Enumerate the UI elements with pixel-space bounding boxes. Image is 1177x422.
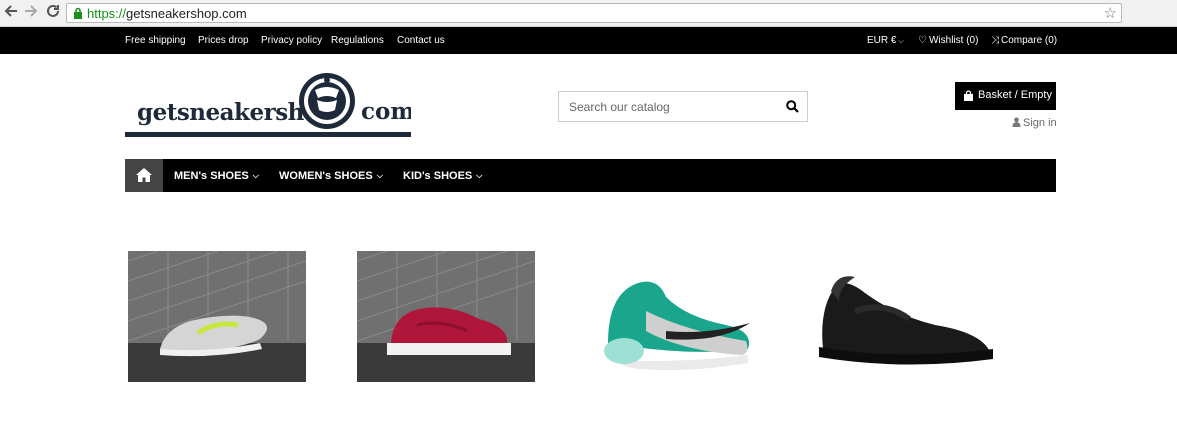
chevron-down-icon: ⌵: [476, 171, 483, 180]
compare-link[interactable]: ⤨ Compare (0): [991, 35, 1057, 46]
search-box: [558, 91, 808, 122]
product-image-teal-air-max[interactable]: [586, 251, 764, 382]
home-button[interactable]: [125, 159, 163, 192]
chevron-down-icon: ⌵: [376, 171, 383, 180]
chevron-down-icon: ⌵: [898, 38, 904, 45]
sneaker-image: [357, 251, 535, 382]
lock-icon: [74, 7, 82, 19]
basket-button[interactable]: Basket / Empty: [955, 82, 1056, 110]
shopping-bag-icon: [964, 90, 973, 101]
main-navigation: MEN's SHOES ⌵ WOMEN's SHOES ⌵ KID's SHOES ⌵: [125, 159, 1056, 192]
reload-button[interactable]: [44, 4, 62, 22]
sign-in-label: Sign in: [1023, 117, 1057, 129]
arrow-left-icon: [4, 5, 17, 17]
svg-text:com: com: [361, 98, 411, 125]
site-logo[interactable]: getsneakershop com: [125, 70, 415, 140]
forward-button[interactable]: [22, 4, 40, 22]
product-image-red-low-top[interactable]: [357, 251, 535, 382]
menu-mens-shoes[interactable]: MEN's SHOES ⌵: [174, 170, 259, 182]
sneaker-image: [815, 251, 993, 382]
menu-kids-shoes[interactable]: KID's SHOES ⌵: [403, 170, 482, 182]
currency-label: EUR €: [867, 35, 897, 46]
user-icon: [1012, 117, 1021, 127]
wishlist-label: Wishlist (0): [928, 35, 979, 46]
regulations-link[interactable]: Regulations: [331, 35, 384, 46]
contact-us-link[interactable]: Contact us: [397, 35, 445, 46]
menu-mens-label: MEN's SHOES: [174, 170, 249, 182]
back-button[interactable]: [2, 4, 20, 22]
prices-drop-link[interactable]: Prices drop: [198, 35, 249, 46]
compare-label: Compare (0): [1001, 35, 1058, 46]
search-icon[interactable]: [786, 100, 799, 113]
menu-womens-shoes[interactable]: WOMEN's SHOES ⌵: [279, 170, 383, 182]
chevron-down-icon: ⌵: [252, 171, 259, 180]
privacy-policy-link[interactable]: Privacy policy: [261, 35, 322, 46]
sneaker-image: [586, 251, 764, 382]
top-info-bar: Free shipping Prices drop Privacy policy…: [0, 27, 1177, 54]
search-input[interactable]: [559, 92, 779, 121]
browser-toolbar: https://getsneakershop.com ☆: [0, 0, 1177, 27]
menu-kids-label: KID's SHOES: [403, 170, 473, 182]
heart-icon: ♡: [918, 35, 927, 46]
url-text: https://getsneakershop.com: [87, 6, 247, 21]
sign-in-link[interactable]: Sign in: [1012, 117, 1057, 129]
wishlist-link[interactable]: ♡ Wishlist (0): [918, 35, 978, 46]
menu-womens-label: WOMEN's SHOES: [279, 170, 373, 182]
home-icon: [136, 168, 152, 182]
product-image-grey-green-runner[interactable]: [128, 251, 306, 382]
logo-graphic: getsneakershop com: [125, 73, 415, 137]
arrow-right-icon: [25, 5, 38, 17]
free-shipping-link[interactable]: Free shipping: [125, 35, 186, 46]
reload-icon: [47, 4, 59, 17]
star-icon[interactable]: ☆: [1104, 4, 1117, 22]
currency-selector[interactable]: EUR € ⌵: [867, 35, 904, 46]
sneaker-image: [128, 251, 306, 382]
product-image-black-huarache[interactable]: [815, 251, 993, 382]
shuffle-icon: ⤨: [991, 35, 999, 46]
basket-label: Basket / Empty: [978, 89, 1052, 101]
address-bar[interactable]: https://getsneakershop.com ☆: [66, 3, 1122, 23]
